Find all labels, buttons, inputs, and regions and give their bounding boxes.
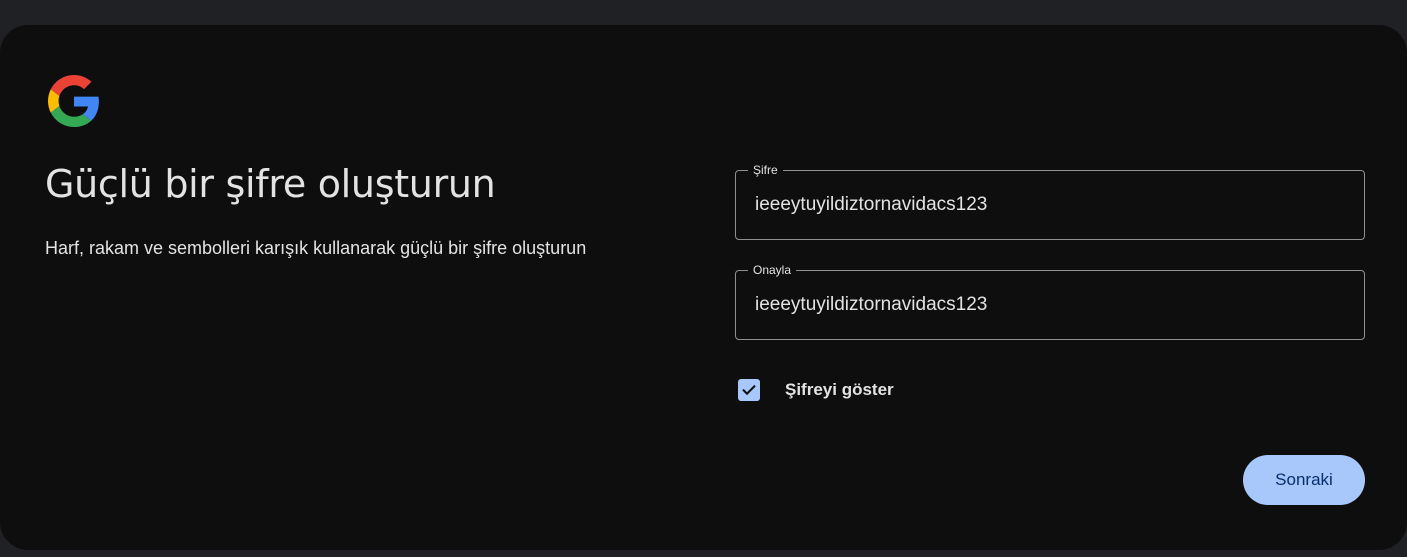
signup-card: Güçlü bir şifre oluşturun Harf, rakam ve… [0,25,1407,550]
page-title: Güçlü bir şifre oluşturun [45,162,496,206]
password-field[interactable]: Şifre [735,162,1365,240]
page-subtitle: Harf, rakam ve sembolleri karışık kullan… [45,238,587,258]
confirm-password-input[interactable] [736,271,1364,339]
confirm-password-field[interactable]: Onayla [735,262,1365,340]
google-g-logo-icon [48,75,99,127]
show-password-label[interactable]: Şifreyi göster [785,380,894,400]
show-password-row[interactable]: Şifreyi göster [738,378,894,402]
checkmark-icon [742,384,756,396]
next-button[interactable]: Sonraki [1243,455,1365,505]
show-password-checkbox[interactable] [738,379,760,401]
password-input[interactable] [736,171,1364,239]
